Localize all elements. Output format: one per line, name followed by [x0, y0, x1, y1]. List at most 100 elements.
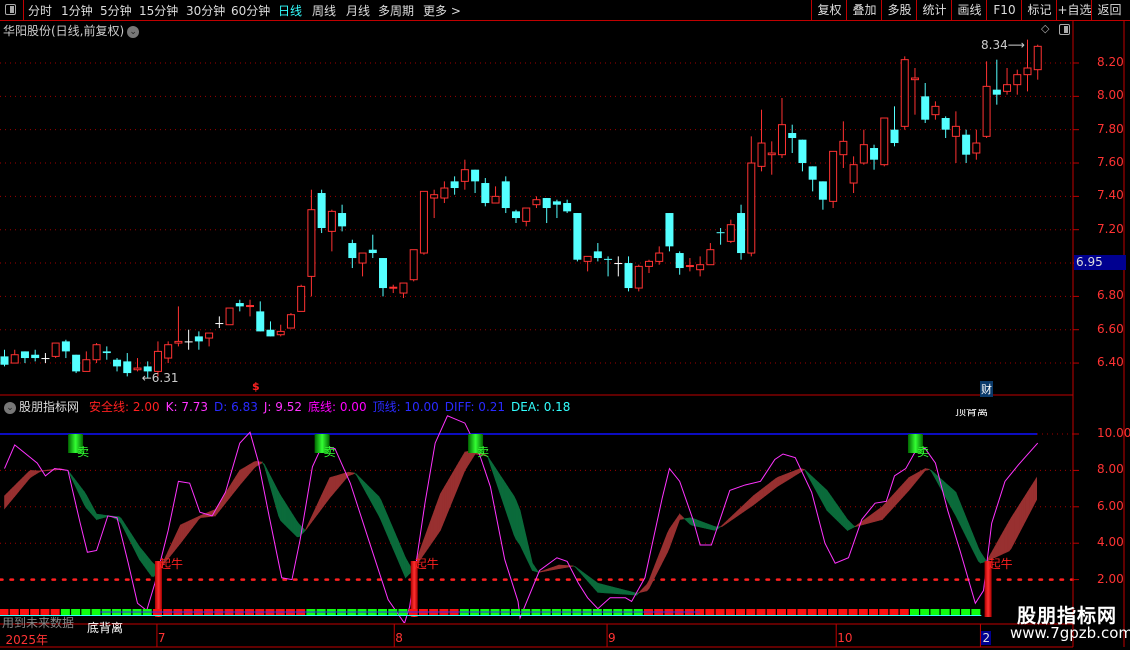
ribbon-segment — [124, 523, 128, 536]
ribbon-segment — [405, 556, 408, 579]
finance-marker[interactable]: 财 — [980, 381, 993, 397]
period-tab[interactable]: 60分钟 — [231, 2, 270, 19]
candle-body — [552, 201, 561, 205]
ribbon-segment — [597, 582, 601, 593]
price-axis-label: 6.80 — [1097, 288, 1124, 303]
event-marker[interactable]: $ — [252, 380, 260, 393]
ribbon-segment — [247, 463, 251, 477]
ribbon-segment — [239, 468, 243, 486]
ribbon-segment — [272, 479, 275, 502]
indicator-name: 股朋指标网 — [19, 400, 80, 414]
toolbar-button[interactable]: 多股 — [881, 0, 917, 20]
candle — [931, 101, 940, 120]
ribbon-segment — [626, 590, 629, 595]
ribbon-segment — [20, 476, 24, 490]
period-tab[interactable]: 多周期 — [378, 2, 414, 19]
ribbon-segment — [352, 472, 355, 475]
future-data-note: 用到未来数据 — [2, 616, 75, 630]
ribbon-segment — [1006, 520, 1010, 553]
candle — [307, 189, 316, 297]
ribbon-segment — [169, 542, 173, 557]
candle — [634, 264, 643, 292]
ribbon-segment — [149, 558, 153, 578]
strip-block — [81, 609, 91, 615]
ribbon-segment — [368, 485, 372, 502]
candle-body — [655, 252, 664, 262]
ribbon-segment — [45, 469, 48, 472]
ribbon-segment — [910, 474, 914, 489]
candle-body — [716, 232, 725, 234]
period-tab[interactable]: 周线 — [312, 2, 336, 19]
candle — [286, 313, 295, 329]
candle-body — [430, 194, 439, 199]
ribbon-segment — [928, 468, 932, 473]
ribbon-segment — [92, 506, 95, 519]
ribbon-segment — [980, 551, 983, 564]
ribbon-segment — [789, 471, 793, 480]
toolbar-button[interactable]: 统计 — [916, 0, 952, 20]
ribbon-segment — [200, 514, 204, 518]
candle-body — [297, 285, 306, 312]
period-tab[interactable]: 30分钟 — [186, 2, 225, 19]
ribbon-segment — [190, 518, 194, 531]
ribbon-segment — [572, 565, 576, 568]
toolbar-button[interactable]: +自选 — [1056, 0, 1092, 20]
price-axis-label: 7.80 — [1097, 121, 1124, 136]
candle-body — [849, 164, 858, 184]
ribbon-segment — [178, 524, 181, 547]
ribbon-segment — [141, 548, 144, 567]
candle — [788, 124, 797, 154]
ribbon-segment — [650, 569, 654, 585]
toolbar-button[interactable]: 复权 — [811, 0, 847, 20]
ribbon-segment — [726, 518, 730, 524]
candle-body — [604, 258, 613, 260]
candle — [696, 256, 705, 277]
toolbar-button[interactable]: 标记 — [1021, 0, 1057, 20]
indicator-axis-label: 4.00 — [1097, 535, 1124, 550]
chart-canvas[interactable]: 卖 卖 卖 卖起牛 起牛 起牛 — [0, 0, 1130, 650]
strip-block — [828, 609, 838, 615]
ribbon-segment — [194, 516, 198, 526]
period-tab[interactable]: 5分钟 — [100, 2, 132, 19]
period-tab[interactable]: 1分钟 — [61, 2, 93, 19]
period-tab[interactable]: 分时 — [28, 2, 52, 19]
ribbon-segment — [963, 512, 967, 537]
strip-block — [950, 609, 960, 615]
chart-title: 华阳股份(日线,前复权) ⌄ — [3, 22, 140, 39]
panel-toggle-icon[interactable] — [5, 4, 16, 15]
candle — [184, 329, 193, 350]
ribbon-segment — [971, 532, 975, 554]
candle-body — [532, 199, 541, 206]
candle-body — [205, 332, 214, 339]
period-tab[interactable]: 日线 — [278, 2, 302, 19]
toolbar-button[interactable]: 画线 — [951, 0, 987, 20]
low-price-value: 6.31 — [151, 371, 179, 385]
candle-body — [880, 117, 889, 166]
candle-body — [890, 129, 899, 144]
candle — [133, 358, 142, 372]
toolbar-button[interactable]: F10 — [986, 0, 1022, 20]
candle-body — [829, 150, 838, 202]
period-tab[interactable]: 月线 — [346, 2, 370, 19]
period-tab[interactable]: 15分钟 — [139, 2, 178, 19]
period-tab[interactable]: 更多 > — [423, 2, 461, 19]
ribbon-segment — [699, 520, 703, 528]
ribbon-segment — [384, 509, 388, 535]
diamond-icon[interactable]: ◇ — [1041, 22, 1049, 35]
chevron-down-icon[interactable]: ⌄ — [127, 25, 140, 38]
candle-body — [123, 361, 132, 374]
strip-block — [920, 609, 930, 615]
toolbar-button[interactable]: 返回 — [1091, 0, 1127, 20]
ribbon-segment — [184, 521, 187, 539]
ribbon-segment — [892, 492, 895, 510]
toolbar-button[interactable]: 叠加 — [846, 0, 882, 20]
panel-toggle-icon[interactable] — [1059, 24, 1070, 35]
ribbon-segment — [871, 512, 875, 523]
candle-body — [379, 258, 388, 289]
candle — [726, 219, 735, 244]
chevron-down-icon[interactable]: ⌄ — [4, 401, 16, 414]
ribbon-segment — [738, 506, 742, 516]
time-axis-label: 10 — [837, 631, 853, 645]
ribbon-segment — [908, 476, 912, 492]
ribbon-segment — [6, 491, 9, 507]
